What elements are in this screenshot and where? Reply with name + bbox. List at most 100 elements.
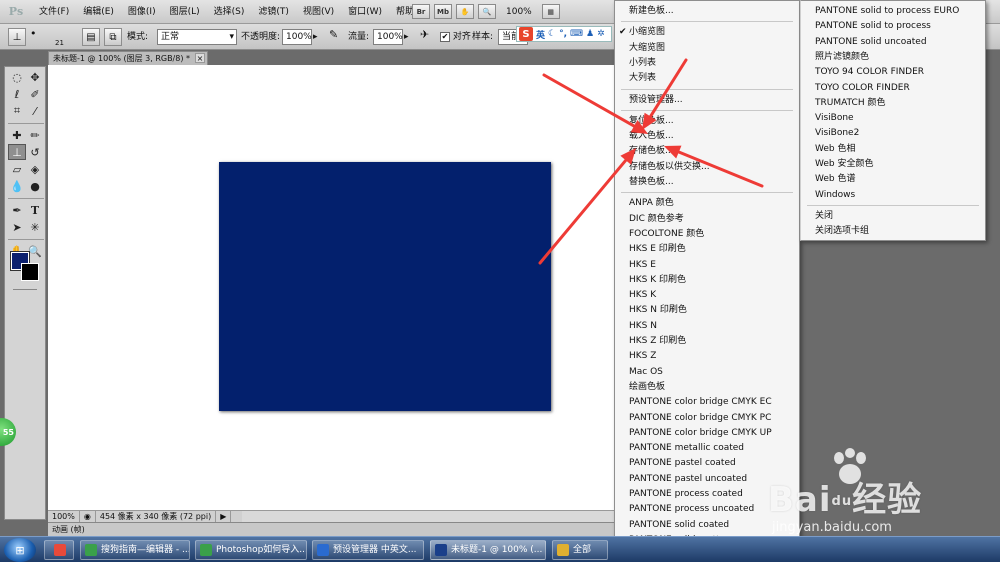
- submenu-item[interactable]: TOYO 94 COLOR FINDER: [815, 65, 983, 79]
- windows-start-icon[interactable]: ⊞: [4, 538, 36, 562]
- submenu-item[interactable]: VisiBone: [815, 111, 983, 125]
- submenu-item[interactable]: 关闭: [815, 209, 983, 223]
- clone-stamp-tool-icon[interactable]: ⊥: [8, 28, 26, 46]
- user-icon[interactable]: ♟: [586, 29, 594, 39]
- paint-bucket-tool-icon[interactable]: ◈: [26, 161, 44, 177]
- path-select-tool-icon[interactable]: ➤: [8, 219, 26, 235]
- flyout-item[interactable]: 绘画色板: [629, 380, 797, 394]
- submenu-item[interactable]: TOYO COLOR FINDER: [815, 81, 983, 95]
- quick-select-tool-icon[interactable]: ✐: [26, 86, 44, 102]
- menu-item-1[interactable]: 编辑(E): [76, 0, 121, 24]
- document-canvas[interactable]: [48, 65, 614, 510]
- mode-select[interactable]: 正常 ▾: [157, 29, 237, 45]
- taskbar-button[interactable]: 未标题-1 @ 100% (...: [430, 540, 546, 560]
- flyout-item[interactable]: 存储色板以供交换...: [629, 160, 797, 174]
- menu-item-6[interactable]: 视图(V): [296, 0, 341, 24]
- flyout-item[interactable]: PANTONE color bridge CMYK PC: [629, 411, 797, 425]
- flyout-item[interactable]: 大列表: [629, 71, 797, 85]
- flyout-item[interactable]: HKS N: [629, 319, 797, 333]
- flyout-item[interactable]: HKS N 印刷色: [629, 303, 797, 317]
- ime-language[interactable]: 英: [536, 28, 545, 41]
- marquee-tool-icon[interactable]: ◌: [8, 69, 26, 85]
- status-arrow-icon[interactable]: ▶: [216, 511, 232, 522]
- dodge-tool-icon[interactable]: ●: [26, 178, 44, 194]
- flyout-item[interactable]: HKS E: [629, 258, 797, 272]
- flow-arrow-icon[interactable]: ▸: [404, 29, 409, 45]
- flyout-item[interactable]: HKS Z: [629, 349, 797, 363]
- submenu-item[interactable]: 照片滤镜颜色: [815, 50, 983, 64]
- clone-source-icon[interactable]: ⧉: [104, 28, 122, 46]
- flyout-item[interactable]: 大缩览图: [629, 41, 797, 55]
- menu-item-4[interactable]: 选择(S): [207, 0, 252, 24]
- close-icon[interactable]: ×: [195, 53, 205, 63]
- flyout-item[interactable]: 存储色板...: [629, 144, 797, 158]
- flyout-item[interactable]: 替换色板...: [629, 175, 797, 189]
- taskbar-button[interactable]: Photoshop如何导入...: [195, 540, 307, 560]
- healing-brush-tool-icon[interactable]: ✚: [8, 127, 26, 143]
- brush-tool-icon[interactable]: ✏: [26, 127, 44, 143]
- crop-tool-icon[interactable]: ⌗: [8, 103, 26, 119]
- submenu-item[interactable]: PANTONE solid uncoated: [815, 35, 983, 49]
- move-tool-icon[interactable]: ✥: [26, 69, 44, 85]
- sogou-logo[interactable]: S: [519, 27, 533, 41]
- horizontal-scrollbar[interactable]: [242, 510, 614, 522]
- flyout-item[interactable]: FOCOLTONE 颜色: [629, 227, 797, 241]
- menu-item-7[interactable]: 窗口(W): [341, 0, 389, 24]
- flyout-item[interactable]: 预设管理器...: [629, 93, 797, 107]
- hand-view-icon[interactable]: ✋: [456, 4, 474, 19]
- blur-tool-icon[interactable]: 💧: [8, 178, 26, 194]
- submenu-item[interactable]: Web 色相: [815, 142, 983, 156]
- menu-item-5[interactable]: 滤镜(T): [251, 0, 296, 24]
- flyout-item[interactable]: ANPA 颜色: [629, 196, 797, 210]
- flyout-item[interactable]: PANTONE color bridge CMYK EC: [629, 395, 797, 409]
- flyout-item[interactable]: HKS E 印刷色: [629, 242, 797, 256]
- document-tab[interactable]: 未标题-1 @ 100% (图层 3, RGB/8) * ×: [48, 51, 208, 65]
- keyboard-icon[interactable]: ⌨: [570, 29, 583, 39]
- submenu-item[interactable]: PANTONE solid to process EURO: [815, 4, 983, 18]
- submenu-item[interactable]: VisiBone2: [815, 126, 983, 140]
- flyout-item[interactable]: Mac OS: [629, 365, 797, 379]
- flyout-item[interactable]: DIC 颜色参考: [629, 212, 797, 226]
- flyout-item[interactable]: 载入色板...: [629, 129, 797, 143]
- menu-item-3[interactable]: 图层(L): [163, 0, 207, 24]
- animation-panel-tab[interactable]: 动画 (帧): [48, 522, 614, 536]
- taskbar-button[interactable]: 预设管理器 中英文...: [312, 540, 424, 560]
- status-zoom[interactable]: 100%: [48, 511, 80, 522]
- pressure-opacity-icon[interactable]: ✎: [329, 27, 338, 43]
- opacity-arrow-icon[interactable]: ▸: [313, 29, 318, 45]
- flyout-item[interactable]: HKS Z 印刷色: [629, 334, 797, 348]
- flyout-item[interactable]: HKS K 印刷色: [629, 273, 797, 287]
- bridge-button[interactable]: Br: [412, 4, 430, 19]
- flyout-item[interactable]: 小列表: [629, 56, 797, 70]
- submenu-item[interactable]: 关闭选项卡组: [815, 224, 983, 238]
- punctuation-icon[interactable]: °,: [559, 29, 567, 39]
- submenu-item[interactable]: TRUMATCH 颜色: [815, 96, 983, 110]
- zoom-view-icon[interactable]: 🔍: [478, 4, 496, 19]
- flow-field[interactable]: 100%: [373, 29, 403, 45]
- flyout-item[interactable]: ✔ 小缩览图: [619, 25, 797, 39]
- lasso-tool-icon[interactable]: ℓ: [8, 86, 26, 102]
- airbrush-icon[interactable]: ✈: [420, 27, 429, 43]
- history-brush-tool-icon[interactable]: ↺: [26, 144, 44, 160]
- flyout-item[interactable]: 复位色板...: [629, 114, 797, 128]
- flyout-item[interactable]: 新建色板...: [629, 4, 797, 18]
- type-tool-icon[interactable]: T: [26, 202, 44, 218]
- flyout-item[interactable]: HKS K: [629, 288, 797, 302]
- brush-preset-icon[interactable]: •: [30, 26, 37, 42]
- menu-item-0[interactable]: 文件(F): [32, 0, 76, 24]
- taskbar-button[interactable]: 搜狗指南—编辑器 - ...: [80, 540, 190, 560]
- submenu-item[interactable]: Windows: [815, 188, 983, 202]
- shape-tool-icon[interactable]: ✳: [26, 219, 44, 235]
- menu-item-2[interactable]: 图像(I): [121, 0, 163, 24]
- zoom-level[interactable]: 100%: [500, 7, 538, 17]
- pen-tool-icon[interactable]: ✒: [8, 202, 26, 218]
- settings-icon[interactable]: ✲: [597, 29, 605, 39]
- moon-icon[interactable]: ☾: [548, 29, 556, 39]
- align-checkbox[interactable]: ✔ 对齐: [440, 29, 471, 45]
- taskbar-button[interactable]: 全部: [552, 540, 608, 560]
- flyout-item[interactable]: PANTONE color bridge CMYK UP: [629, 426, 797, 440]
- brush-panel-icon[interactable]: ▤: [82, 28, 100, 46]
- arrange-icon[interactable]: ▦: [541, 4, 560, 19]
- submenu-item[interactable]: Web 色谱: [815, 172, 983, 186]
- opacity-field[interactable]: 100%: [282, 29, 312, 45]
